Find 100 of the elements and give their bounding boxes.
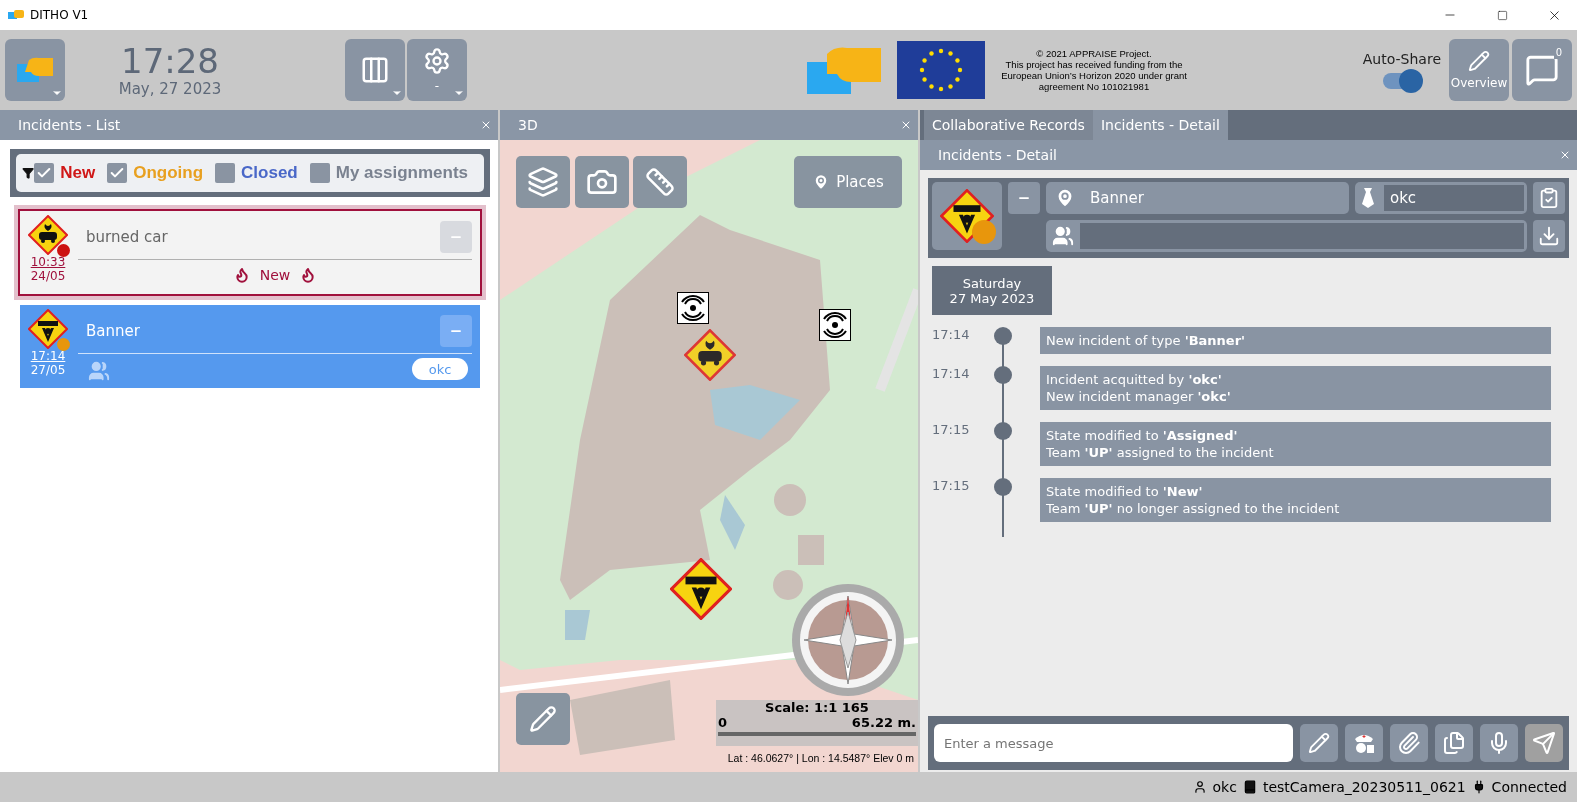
- team-icon: [1052, 225, 1074, 247]
- project-logo-icon: [807, 46, 883, 94]
- layers-icon: [527, 166, 559, 198]
- scale-end: 65.22 m.: [851, 715, 916, 730]
- event-text: Team 'UP' assigned to the incident: [1046, 444, 1275, 461]
- clock-time: 17:28: [121, 42, 219, 80]
- send-button[interactable]: [1525, 724, 1563, 762]
- incident-title: Banner: [86, 322, 140, 340]
- download-icon: [1538, 225, 1560, 247]
- clipboard-check-button[interactable]: [1533, 182, 1565, 214]
- event-time: 17:15: [932, 478, 971, 493]
- pond-shape: [720, 495, 745, 550]
- incident-title: burned car: [86, 228, 168, 246]
- microphone-button[interactable]: [1480, 724, 1518, 762]
- scale-start: 0: [718, 715, 728, 730]
- close-button[interactable]: [1559, 149, 1571, 161]
- checkbox[interactable]: [215, 163, 236, 183]
- person-warning-sign-icon: [670, 558, 732, 620]
- event-text: Team 'UP' no longer assigned to the incident: [1046, 500, 1341, 517]
- user-icon: [1192, 780, 1207, 794]
- medical-button[interactable]: [1345, 724, 1383, 762]
- status-session: testCamera_20230511_0621: [1262, 779, 1466, 795]
- close-icon: [900, 119, 912, 131]
- event-time: 17:14: [932, 327, 971, 342]
- incident-card[interactable]: 10:33 24/05 burned car New: [14, 205, 486, 300]
- message-input[interactable]: Enter a message: [934, 724, 1293, 762]
- layout-button[interactable]: [345, 39, 405, 101]
- date-label: 27 May 2023: [949, 290, 1035, 306]
- status-connection: Connected: [1491, 779, 1567, 795]
- incident-time: 10:33: [30, 255, 66, 269]
- incident-time: 17:14: [30, 349, 66, 363]
- download-button[interactable]: [1533, 220, 1565, 252]
- filter-label: Closed: [241, 163, 298, 183]
- close-button[interactable]: [480, 119, 492, 131]
- chat-button[interactable]: 0: [1512, 39, 1572, 101]
- close-icon: [1559, 149, 1571, 161]
- flame-icon: [300, 267, 317, 283]
- coordinates-text: Lat : 46.0627° | Lon : 14.5487° Elev 0 m: [727, 752, 914, 764]
- documents-button[interactable]: [1435, 724, 1473, 762]
- team-field[interactable]: [1046, 220, 1527, 252]
- incident-date: 27/05: [30, 363, 66, 377]
- app-menu-button[interactable]: [5, 39, 65, 101]
- manager-field[interactable]: okc: [1355, 182, 1527, 214]
- flame-icon: [233, 267, 250, 283]
- layers-button[interactable]: [516, 156, 570, 208]
- incident-card[interactable]: 17:14 27/05 Banner okc: [20, 305, 480, 388]
- tab[interactable]: Incidents - Detail: [1092, 110, 1228, 140]
- panel-title: Incidents - Detail: [938, 147, 1057, 163]
- funding-notice: © 2021 APPRAISE Project. This project has received funding from the European Union’s Horizon 2020 under grant agreement No 101021981: [1000, 48, 1188, 92]
- event-text: New incident of type 'Banner': [1046, 332, 1247, 349]
- send-icon: [1532, 731, 1556, 755]
- incident-name-field[interactable]: Banner: [1046, 182, 1349, 214]
- window-title: DITHO V1: [30, 8, 90, 22]
- app-logo-icon: [15, 56, 55, 84]
- ruler-icon: [645, 167, 675, 197]
- documents-icon: [1442, 731, 1466, 755]
- auto-share-label: Auto-Share: [1362, 51, 1441, 67]
- event-text: State modified to 'Assigned': [1046, 427, 1239, 444]
- status-user: okc: [1212, 779, 1237, 795]
- close-button[interactable]: [900, 119, 912, 131]
- drawing-tools-button[interactable]: [516, 693, 570, 745]
- assignee-chip[interactable]: okc: [412, 358, 468, 380]
- clipboard-check-icon: [1538, 187, 1560, 209]
- filter-label: Ongoing: [133, 163, 204, 183]
- checkbox[interactable]: [107, 163, 128, 183]
- checkbox[interactable]: [34, 163, 55, 183]
- filter-label: New: [60, 163, 96, 183]
- attach-button[interactable]: [1390, 724, 1428, 762]
- filter-label: My assignments: [335, 163, 468, 183]
- sensor-marker-icon[interactable]: [819, 309, 851, 341]
- event-text: Incident acquitted by 'okc': [1046, 371, 1223, 388]
- paperclip-icon: [1397, 731, 1421, 755]
- event-time: 17:15: [932, 422, 971, 437]
- pencil-icon: [529, 705, 557, 733]
- checkbox[interactable]: [309, 163, 330, 183]
- maximize-icon: [1496, 9, 1508, 21]
- clock-date: May, 27 2023: [118, 80, 222, 98]
- pencil-button[interactable]: [1300, 724, 1338, 762]
- layout-icon: [360, 55, 390, 85]
- overview-button[interactable]: Overview: [1449, 39, 1509, 101]
- scale-label: Scale: 1:1 165: [764, 700, 870, 715]
- team-icon: [88, 360, 110, 382]
- day-label: Saturday: [962, 275, 1022, 291]
- incident-date: 24/05: [30, 269, 66, 283]
- settings-button[interactable]: -: [407, 39, 467, 101]
- incident-status: New: [259, 267, 291, 283]
- sensor-marker-icon[interactable]: [677, 292, 709, 324]
- ruler-button[interactable]: [633, 156, 687, 208]
- tab[interactable]: Collaborative Records: [924, 110, 1093, 140]
- places-button[interactable]: Places: [794, 156, 902, 208]
- event-time: 17:14: [932, 366, 971, 381]
- pencil-icon: [1468, 50, 1490, 72]
- close-icon: [480, 119, 492, 131]
- camera-button[interactable]: [575, 156, 629, 208]
- panel-title: 3D: [518, 117, 538, 133]
- event-text: New incident manager 'okc': [1046, 388, 1232, 405]
- settings-icon: [423, 47, 451, 75]
- event-text: State modified to 'New': [1046, 483, 1204, 500]
- book-icon: [1242, 780, 1257, 794]
- app-logo-icon: [8, 9, 24, 21]
